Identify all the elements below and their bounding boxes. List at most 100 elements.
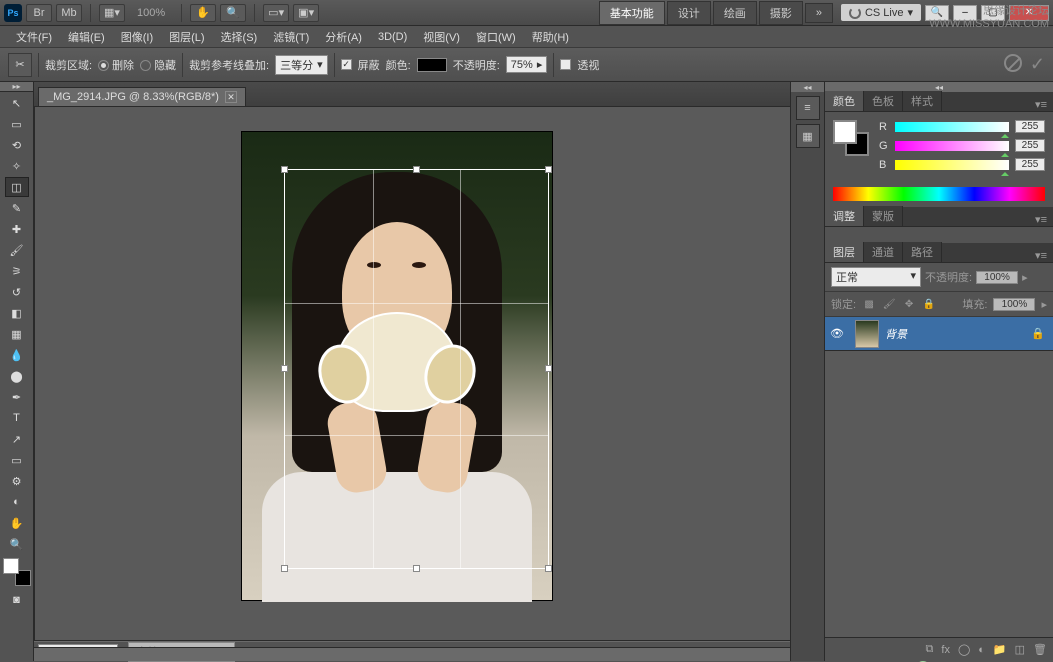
move-tool[interactable]: ↖: [5, 93, 29, 113]
color-tab[interactable]: 颜色: [825, 91, 864, 111]
shield-color-swatch[interactable]: [417, 58, 447, 72]
menu-window[interactable]: 窗口(W): [468, 29, 524, 45]
eraser-tool[interactable]: ◧: [5, 303, 29, 323]
menu-3d[interactable]: 3D(D): [370, 31, 415, 43]
brush-tool[interactable]: 🖌: [5, 240, 29, 260]
b-slider[interactable]: [895, 160, 1009, 170]
color-spectrum[interactable]: [833, 187, 1045, 201]
magic-wand-tool[interactable]: ✧: [5, 156, 29, 176]
menu-analysis[interactable]: 分析(A): [317, 29, 370, 45]
bridge-icon[interactable]: Br: [26, 4, 52, 22]
dock-collapse[interactable]: ◂◂: [791, 82, 824, 92]
history-brush-tool[interactable]: ↺: [5, 282, 29, 302]
lock-all-icon[interactable]: 🔒: [922, 297, 936, 311]
document-tab[interactable]: _MG_2914.JPG @ 8.33%(RGB/8*) ✕: [38, 87, 246, 106]
screen-mode-icon[interactable]: ▣▾: [293, 4, 319, 22]
crop-handle-tm[interactable]: [413, 166, 420, 173]
crop-handle-bm[interactable]: [413, 565, 420, 572]
cancel-crop-icon[interactable]: [1004, 54, 1022, 72]
eyedropper-tool[interactable]: ✎: [5, 198, 29, 218]
perspective-checkbox[interactable]: [560, 59, 571, 70]
minibridge-icon[interactable]: Mb: [56, 4, 82, 22]
hide-radio[interactable]: 隐藏: [140, 57, 176, 73]
link-layers-icon[interactable]: ⧉: [926, 643, 934, 656]
cslive-button[interactable]: CS Live ▾: [841, 4, 921, 21]
blur-tool[interactable]: 💧: [5, 345, 29, 365]
pen-tool[interactable]: ✒: [5, 387, 29, 407]
toolbar-collapse[interactable]: ▸▸: [0, 82, 33, 92]
crop-handle-tr[interactable]: [545, 166, 552, 173]
lasso-tool[interactable]: ⟲: [5, 135, 29, 155]
type-tool[interactable]: T: [5, 408, 29, 428]
menu-view[interactable]: 视图(V): [415, 29, 468, 45]
path-select-tool[interactable]: ↗: [5, 429, 29, 449]
marquee-tool[interactable]: ▭: [5, 114, 29, 134]
lock-transparency-icon[interactable]: ▩: [862, 297, 876, 311]
g-slider[interactable]: [895, 141, 1009, 151]
masks-tab[interactable]: 蒙版: [864, 206, 903, 226]
adjustment-layer-icon[interactable]: ◐: [978, 644, 985, 656]
crop-handle-bl[interactable]: [281, 565, 288, 572]
swatches-tab[interactable]: 色板: [864, 91, 903, 111]
crop-tool-icon[interactable]: ✂: [8, 53, 32, 77]
layer-fx-icon[interactable]: fx: [941, 644, 950, 656]
workspace-essentials[interactable]: 基本功能: [599, 1, 665, 25]
workspace-more[interactable]: »: [805, 3, 833, 23]
dodge-tool[interactable]: ⬤: [5, 366, 29, 386]
foreground-swatch[interactable]: [3, 558, 19, 574]
zoom-tool-icon[interactable]: 🔍: [220, 4, 246, 22]
quickmask-tool[interactable]: ◙: [5, 590, 29, 610]
shield-checkbox[interactable]: ✓: [341, 59, 352, 70]
crop-handle-mr[interactable]: [545, 365, 552, 372]
panel-fgbg[interactable]: [833, 120, 869, 156]
layer-visibility-icon[interactable]: 👁: [825, 327, 849, 340]
hand-tool[interactable]: ✋: [5, 513, 29, 533]
3d-camera-tool[interactable]: ◐: [5, 492, 29, 512]
channels-tab[interactable]: 通道: [864, 242, 903, 262]
color-panel-menu-icon[interactable]: ▾≡: [1029, 98, 1053, 111]
r-slider[interactable]: [895, 122, 1009, 132]
fill-input[interactable]: 100%: [993, 298, 1035, 311]
layers-tab[interactable]: 图层: [825, 242, 864, 262]
r-value[interactable]: 255: [1015, 120, 1045, 133]
layer-thumbnail[interactable]: [855, 320, 879, 348]
workspace-design[interactable]: 设计: [667, 1, 711, 25]
new-layer-icon[interactable]: ◫: [1015, 643, 1025, 656]
tab-close-icon[interactable]: ✕: [225, 91, 237, 103]
properties-panel-icon[interactable]: ▦: [796, 124, 820, 148]
arrange-icon[interactable]: ▭▾: [263, 4, 289, 22]
workspace-photography[interactable]: 摄影: [759, 1, 803, 25]
healing-tool[interactable]: ✚: [5, 219, 29, 239]
lock-pixels-icon[interactable]: 🖌: [882, 297, 896, 311]
3d-tool[interactable]: ⚙: [5, 471, 29, 491]
group-icon[interactable]: 📁: [993, 643, 1007, 656]
blend-mode-select[interactable]: 正常▾: [831, 267, 921, 287]
adjust-panel-menu-icon[interactable]: ▾≡: [1029, 213, 1053, 226]
lock-position-icon[interactable]: ✥: [902, 297, 916, 311]
delete-radio[interactable]: 删除: [98, 57, 134, 73]
commit-crop-icon[interactable]: ✓: [1030, 54, 1045, 75]
hand-tool-icon[interactable]: ✋: [190, 4, 216, 22]
delete-layer-icon[interactable]: 🗑: [1033, 643, 1047, 656]
menu-filter[interactable]: 滤镜(T): [265, 29, 317, 45]
crop-tool[interactable]: ◫: [5, 177, 29, 197]
menu-file[interactable]: 文件(F): [8, 29, 60, 45]
menu-edit[interactable]: 编辑(E): [60, 29, 113, 45]
menu-select[interactable]: 选择(S): [213, 29, 266, 45]
menu-image[interactable]: 图像(I): [113, 29, 161, 45]
layer-mask-icon[interactable]: ◯: [958, 643, 970, 656]
menu-layer[interactable]: 图层(L): [161, 29, 212, 45]
guide-overlay-select[interactable]: 三等分▾: [275, 55, 328, 75]
adjustments-tab[interactable]: 调整: [825, 206, 864, 226]
stamp-tool[interactable]: ⚞: [5, 261, 29, 281]
title-zoom[interactable]: 100%: [129, 7, 173, 19]
b-value[interactable]: 255: [1015, 158, 1045, 171]
crop-selection[interactable]: [284, 169, 549, 569]
styles-tab[interactable]: 样式: [903, 91, 942, 111]
paths-tab[interactable]: 路径: [903, 242, 942, 262]
crop-handle-tl[interactable]: [281, 166, 288, 173]
menu-help[interactable]: 帮助(H): [524, 29, 577, 45]
color-swatches[interactable]: [3, 558, 31, 586]
view-extras-icon[interactable]: ▦▾: [99, 4, 125, 22]
layer-opacity-input[interactable]: 100%: [976, 271, 1018, 284]
